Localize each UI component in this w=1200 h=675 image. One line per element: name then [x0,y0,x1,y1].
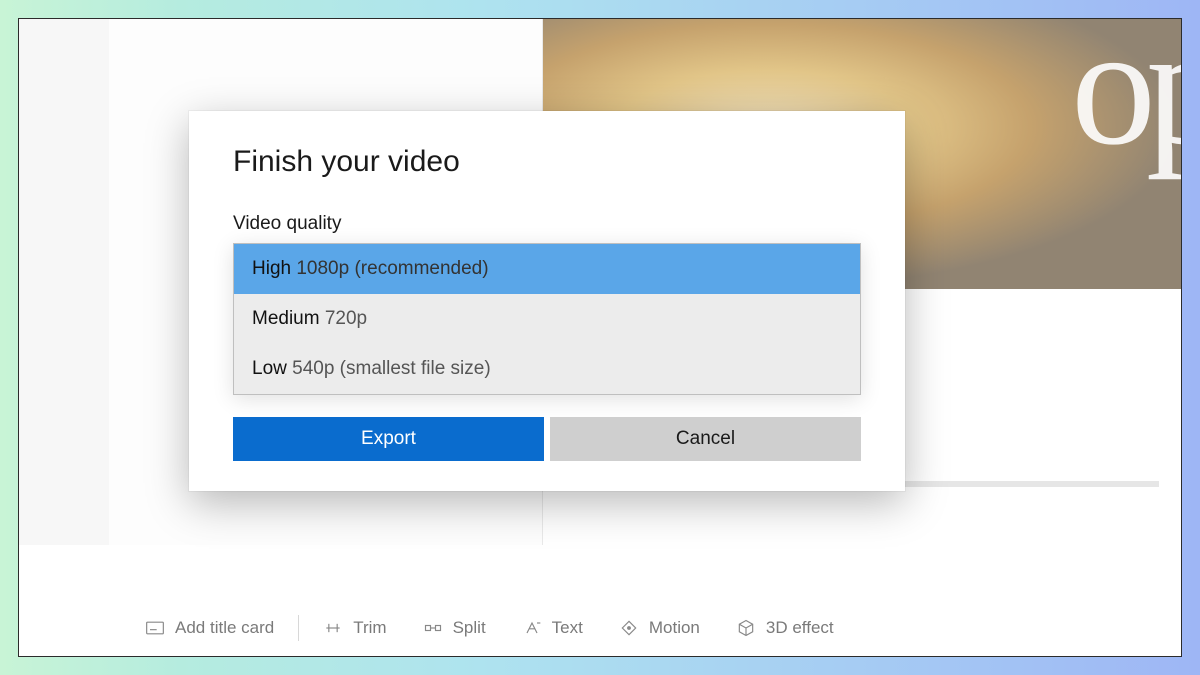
title-card-icon [145,618,165,638]
option-name: High [252,258,291,279]
cancel-button[interactable]: Cancel [550,417,861,461]
trim-icon [323,618,343,638]
toolbar-label: Text [552,618,583,638]
dialog-button-row: Export Cancel [233,417,861,461]
toolbar-motion[interactable]: Motion [601,600,718,656]
motion-icon [619,618,639,638]
quality-option-high[interactable]: High 1080p (recommended) [234,244,860,294]
toolbar-split[interactable]: Split [405,600,504,656]
toolbar-label: Trim [353,618,386,638]
preview-overlay-text: op [1071,19,1181,184]
video-quality-dropdown[interactable]: High 1080p (recommended) Medium 720p Low… [233,243,861,395]
option-detail: 720p [325,308,367,329]
finish-video-dialog: Finish your video Video quality High 108… [189,111,905,491]
toolbar-text[interactable]: Text [504,600,601,656]
quality-option-medium[interactable]: Medium 720p [234,294,860,344]
export-button[interactable]: Export [233,417,544,461]
toolbar-label: Split [453,618,486,638]
storyboard-gutter [19,19,109,545]
toolbar-add-title-card[interactable]: Add title card [127,600,292,656]
option-detail: 1080p (recommended) [296,258,488,279]
toolbar-label: Motion [649,618,700,638]
editor-toolbar: Add title card Trim Split [19,600,1181,656]
toolbar-trim[interactable]: Trim [305,600,404,656]
quality-option-low[interactable]: Low 540p (smallest file size) [234,344,860,394]
cube-icon [736,618,756,638]
option-name: Medium [252,308,320,329]
toolbar-3d-effects[interactable]: 3D effect [718,600,852,656]
toolbar-separator [298,615,299,641]
text-icon [522,618,542,638]
option-name: Low [252,358,287,379]
video-quality-label: Video quality [233,213,861,235]
toolbar-label: 3D effect [766,618,834,638]
option-detail: 540p (smallest file size) [292,358,491,379]
dialog-title: Finish your video [233,145,861,179]
split-icon [423,618,443,638]
app-window: op Add title card Trim [18,18,1182,657]
toolbar-label: Add title card [175,618,274,638]
